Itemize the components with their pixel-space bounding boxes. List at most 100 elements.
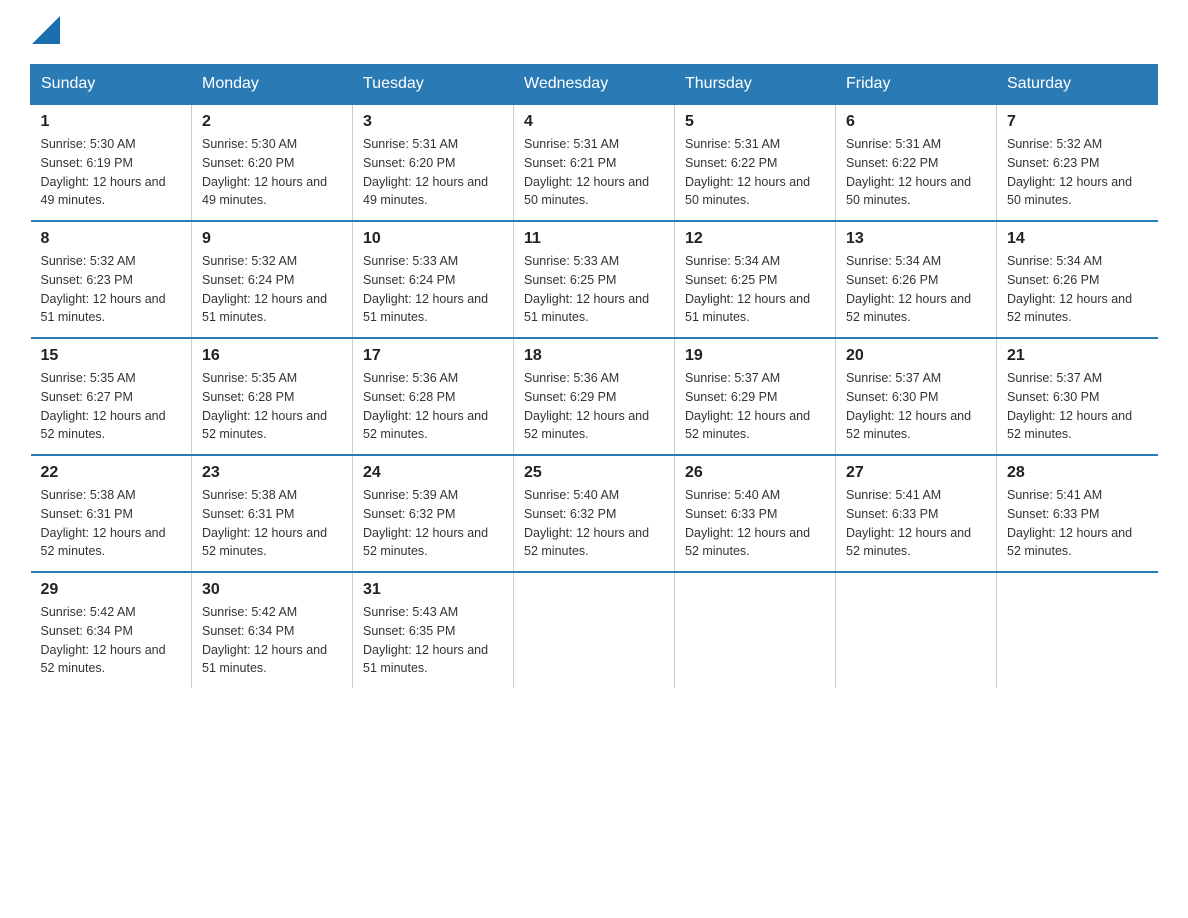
day-info: Sunrise: 5:42 AM Sunset: 6:34 PM Dayligh… [202, 603, 342, 678]
day-number: 7 [1007, 113, 1148, 131]
calendar-day-cell: 22 Sunrise: 5:38 AM Sunset: 6:31 PM Dayl… [31, 455, 192, 572]
calendar-day-cell: 29 Sunrise: 5:42 AM Sunset: 6:34 PM Dayl… [31, 572, 192, 688]
calendar-day-cell: 15 Sunrise: 5:35 AM Sunset: 6:27 PM Dayl… [31, 338, 192, 455]
calendar-day-cell: 6 Sunrise: 5:31 AM Sunset: 6:22 PM Dayli… [836, 104, 997, 221]
calendar-day-cell: 14 Sunrise: 5:34 AM Sunset: 6:26 PM Dayl… [997, 221, 1158, 338]
day-number: 22 [41, 464, 182, 482]
day-info: Sunrise: 5:37 AM Sunset: 6:29 PM Dayligh… [685, 369, 825, 444]
day-number: 10 [363, 230, 503, 248]
calendar-day-cell: 4 Sunrise: 5:31 AM Sunset: 6:21 PM Dayli… [514, 104, 675, 221]
day-number: 2 [202, 113, 342, 131]
day-number: 31 [363, 581, 503, 599]
calendar-week-row: 22 Sunrise: 5:38 AM Sunset: 6:31 PM Dayl… [31, 455, 1158, 572]
calendar-empty-cell [675, 572, 836, 688]
day-number: 6 [846, 113, 986, 131]
day-number: 3 [363, 113, 503, 131]
calendar-day-cell: 18 Sunrise: 5:36 AM Sunset: 6:29 PM Dayl… [514, 338, 675, 455]
day-number: 17 [363, 347, 503, 365]
calendar-day-cell: 21 Sunrise: 5:37 AM Sunset: 6:30 PM Dayl… [997, 338, 1158, 455]
day-number: 1 [41, 113, 182, 131]
day-number: 26 [685, 464, 825, 482]
day-info: Sunrise: 5:42 AM Sunset: 6:34 PM Dayligh… [41, 603, 182, 678]
calendar-day-cell: 27 Sunrise: 5:41 AM Sunset: 6:33 PM Dayl… [836, 455, 997, 572]
day-number: 8 [41, 230, 182, 248]
header-saturday: Saturday [997, 65, 1158, 105]
day-number: 18 [524, 347, 664, 365]
day-number: 27 [846, 464, 986, 482]
day-info: Sunrise: 5:39 AM Sunset: 6:32 PM Dayligh… [363, 486, 503, 561]
calendar-day-cell: 30 Sunrise: 5:42 AM Sunset: 6:34 PM Dayl… [192, 572, 353, 688]
calendar-day-cell: 1 Sunrise: 5:30 AM Sunset: 6:19 PM Dayli… [31, 104, 192, 221]
header-wednesday: Wednesday [514, 65, 675, 105]
calendar-day-cell: 31 Sunrise: 5:43 AM Sunset: 6:35 PM Dayl… [353, 572, 514, 688]
day-number: 29 [41, 581, 182, 599]
day-number: 30 [202, 581, 342, 599]
day-number: 5 [685, 113, 825, 131]
logo-triangle-icon [32, 16, 60, 44]
day-info: Sunrise: 5:32 AM Sunset: 6:23 PM Dayligh… [41, 252, 182, 327]
calendar-day-cell: 28 Sunrise: 5:41 AM Sunset: 6:33 PM Dayl… [997, 455, 1158, 572]
day-number: 9 [202, 230, 342, 248]
day-info: Sunrise: 5:41 AM Sunset: 6:33 PM Dayligh… [1007, 486, 1148, 561]
calendar-day-cell: 26 Sunrise: 5:40 AM Sunset: 6:33 PM Dayl… [675, 455, 836, 572]
day-info: Sunrise: 5:31 AM Sunset: 6:22 PM Dayligh… [846, 135, 986, 210]
day-number: 13 [846, 230, 986, 248]
calendar-day-cell: 13 Sunrise: 5:34 AM Sunset: 6:26 PM Dayl… [836, 221, 997, 338]
day-info: Sunrise: 5:33 AM Sunset: 6:24 PM Dayligh… [363, 252, 503, 327]
day-info: Sunrise: 5:40 AM Sunset: 6:33 PM Dayligh… [685, 486, 825, 561]
day-info: Sunrise: 5:30 AM Sunset: 6:19 PM Dayligh… [41, 135, 182, 210]
calendar-week-row: 1 Sunrise: 5:30 AM Sunset: 6:19 PM Dayli… [31, 104, 1158, 221]
day-info: Sunrise: 5:43 AM Sunset: 6:35 PM Dayligh… [363, 603, 503, 678]
calendar-day-cell: 23 Sunrise: 5:38 AM Sunset: 6:31 PM Dayl… [192, 455, 353, 572]
header-thursday: Thursday [675, 65, 836, 105]
day-number: 24 [363, 464, 503, 482]
calendar-day-cell: 24 Sunrise: 5:39 AM Sunset: 6:32 PM Dayl… [353, 455, 514, 572]
day-info: Sunrise: 5:38 AM Sunset: 6:31 PM Dayligh… [41, 486, 182, 561]
day-info: Sunrise: 5:31 AM Sunset: 6:21 PM Dayligh… [524, 135, 664, 210]
calendar-day-cell: 17 Sunrise: 5:36 AM Sunset: 6:28 PM Dayl… [353, 338, 514, 455]
day-number: 21 [1007, 347, 1148, 365]
calendar-day-cell: 16 Sunrise: 5:35 AM Sunset: 6:28 PM Dayl… [192, 338, 353, 455]
day-number: 20 [846, 347, 986, 365]
calendar-day-cell: 7 Sunrise: 5:32 AM Sunset: 6:23 PM Dayli… [997, 104, 1158, 221]
calendar-header-row: SundayMondayTuesdayWednesdayThursdayFrid… [31, 65, 1158, 105]
day-number: 15 [41, 347, 182, 365]
day-info: Sunrise: 5:38 AM Sunset: 6:31 PM Dayligh… [202, 486, 342, 561]
day-info: Sunrise: 5:41 AM Sunset: 6:33 PM Dayligh… [846, 486, 986, 561]
calendar-day-cell: 5 Sunrise: 5:31 AM Sunset: 6:22 PM Dayli… [675, 104, 836, 221]
calendar-empty-cell [836, 572, 997, 688]
page-header [30, 20, 1158, 44]
calendar-week-row: 15 Sunrise: 5:35 AM Sunset: 6:27 PM Dayl… [31, 338, 1158, 455]
day-info: Sunrise: 5:34 AM Sunset: 6:26 PM Dayligh… [846, 252, 986, 327]
calendar-day-cell: 9 Sunrise: 5:32 AM Sunset: 6:24 PM Dayli… [192, 221, 353, 338]
day-info: Sunrise: 5:37 AM Sunset: 6:30 PM Dayligh… [846, 369, 986, 444]
header-tuesday: Tuesday [353, 65, 514, 105]
day-info: Sunrise: 5:40 AM Sunset: 6:32 PM Dayligh… [524, 486, 664, 561]
day-info: Sunrise: 5:31 AM Sunset: 6:22 PM Dayligh… [685, 135, 825, 210]
day-info: Sunrise: 5:30 AM Sunset: 6:20 PM Dayligh… [202, 135, 342, 210]
day-number: 11 [524, 230, 664, 248]
day-info: Sunrise: 5:37 AM Sunset: 6:30 PM Dayligh… [1007, 369, 1148, 444]
day-info: Sunrise: 5:33 AM Sunset: 6:25 PM Dayligh… [524, 252, 664, 327]
day-info: Sunrise: 5:32 AM Sunset: 6:23 PM Dayligh… [1007, 135, 1148, 210]
calendar-day-cell: 8 Sunrise: 5:32 AM Sunset: 6:23 PM Dayli… [31, 221, 192, 338]
header-monday: Monday [192, 65, 353, 105]
logo [30, 20, 60, 44]
day-number: 28 [1007, 464, 1148, 482]
calendar-day-cell: 2 Sunrise: 5:30 AM Sunset: 6:20 PM Dayli… [192, 104, 353, 221]
calendar-day-cell: 3 Sunrise: 5:31 AM Sunset: 6:20 PM Dayli… [353, 104, 514, 221]
day-info: Sunrise: 5:31 AM Sunset: 6:20 PM Dayligh… [363, 135, 503, 210]
day-number: 25 [524, 464, 664, 482]
calendar-day-cell: 12 Sunrise: 5:34 AM Sunset: 6:25 PM Dayl… [675, 221, 836, 338]
day-number: 16 [202, 347, 342, 365]
day-number: 12 [685, 230, 825, 248]
calendar-day-cell: 10 Sunrise: 5:33 AM Sunset: 6:24 PM Dayl… [353, 221, 514, 338]
day-info: Sunrise: 5:35 AM Sunset: 6:28 PM Dayligh… [202, 369, 342, 444]
calendar-day-cell: 25 Sunrise: 5:40 AM Sunset: 6:32 PM Dayl… [514, 455, 675, 572]
day-number: 19 [685, 347, 825, 365]
header-friday: Friday [836, 65, 997, 105]
day-info: Sunrise: 5:36 AM Sunset: 6:29 PM Dayligh… [524, 369, 664, 444]
calendar-week-row: 8 Sunrise: 5:32 AM Sunset: 6:23 PM Dayli… [31, 221, 1158, 338]
day-info: Sunrise: 5:32 AM Sunset: 6:24 PM Dayligh… [202, 252, 342, 327]
day-number: 23 [202, 464, 342, 482]
